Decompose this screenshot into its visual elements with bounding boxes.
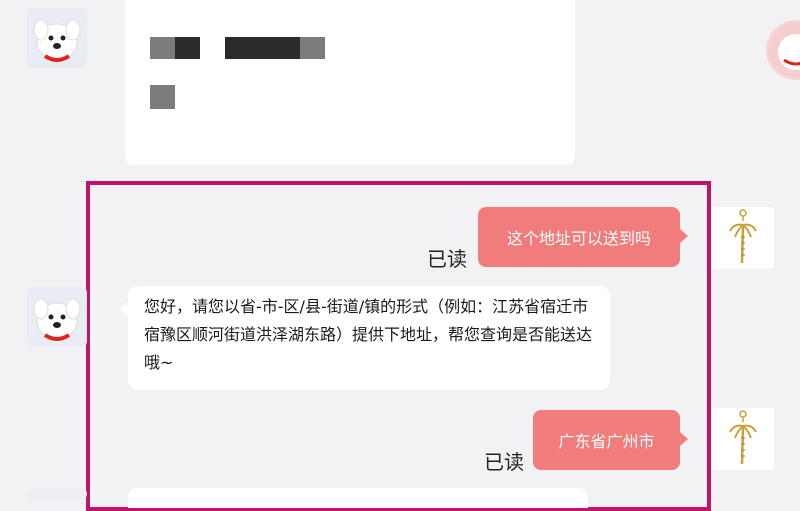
user-avatar xyxy=(712,207,774,269)
palm-tree-pendant-icon xyxy=(712,207,774,269)
user-avatar xyxy=(712,408,774,470)
redacted-block xyxy=(225,37,300,59)
joy-dog-mascot-icon xyxy=(27,287,87,347)
agent-avatar-top xyxy=(27,8,87,68)
redacted-block xyxy=(175,37,200,59)
joy-dog-mascot-icon xyxy=(768,22,800,78)
agent-message-bubble: 您好，请您以省-市-区/县-街道/镇的形式（例如：江苏省宿迁市宿豫区顺河街道洪泽… xyxy=(120,286,610,390)
palm-tree-pendant-icon xyxy=(712,408,774,470)
message-text: 您好，请您以省-市-区/县-街道/镇的形式（例如：江苏省宿迁市宿豫区顺河街道洪泽… xyxy=(144,297,593,372)
user-message-bubble: 这个地址可以送到吗 xyxy=(478,207,688,267)
message-text: 广东省广州市 xyxy=(558,432,655,451)
agent-avatar xyxy=(27,287,87,347)
next-message-bubble-partial xyxy=(128,488,588,508)
redacted-block xyxy=(300,37,325,59)
agent-avatar-partial xyxy=(27,488,87,500)
user-message-bubble: 广东省广州市 xyxy=(533,410,688,470)
redacted-block xyxy=(150,37,175,59)
joy-dog-mascot-icon xyxy=(27,8,87,68)
redacted-block xyxy=(150,85,175,109)
redacted-message-bubble xyxy=(125,0,575,165)
read-status: 已读 xyxy=(484,450,524,474)
message-text: 这个地址可以送到吗 xyxy=(506,229,651,248)
read-status: 已读 xyxy=(427,247,467,271)
side-avatar-partial xyxy=(766,20,800,80)
